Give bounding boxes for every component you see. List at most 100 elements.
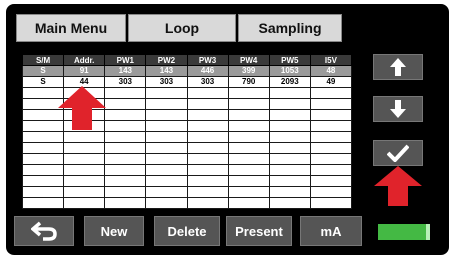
column-header: S/M xyxy=(21,54,65,66)
table-cell xyxy=(268,142,311,154)
table-cell xyxy=(145,197,188,209)
table-cell xyxy=(145,142,188,154)
table-row[interactable] xyxy=(21,175,353,187)
device-screen: Main Menu Loop Sampling S/M Addr. PW1 PW2 PW… xyxy=(6,4,449,255)
table-cell xyxy=(268,87,311,99)
tab-main-menu[interactable]: Main Menu xyxy=(16,14,126,42)
column-header: I5V xyxy=(309,54,353,66)
table-cell xyxy=(21,153,65,165)
table-cell xyxy=(145,109,188,121)
column-header: PW2 xyxy=(145,54,188,66)
table-cell: 399 xyxy=(227,65,270,77)
annotation-arrow-icon xyxy=(374,166,422,206)
table-cell xyxy=(227,87,270,99)
table-cell xyxy=(227,197,270,209)
back-button[interactable] xyxy=(14,216,74,246)
table-cell xyxy=(309,175,353,187)
table-cell xyxy=(21,197,65,209)
table-cell xyxy=(309,120,353,132)
table-row[interactable] xyxy=(21,142,353,154)
table-cell xyxy=(268,98,311,110)
table-cell: 303 xyxy=(104,76,147,88)
column-header: PW4 xyxy=(227,54,270,66)
table-cell xyxy=(21,186,65,198)
new-button[interactable]: New xyxy=(84,216,144,246)
table-row[interactable] xyxy=(21,186,353,198)
table-cell xyxy=(227,164,270,176)
table-cell xyxy=(268,186,311,198)
table-cell xyxy=(21,175,65,187)
table-cell xyxy=(104,197,147,209)
table-cell xyxy=(104,109,147,121)
table-cell xyxy=(145,131,188,143)
table-cell xyxy=(104,142,147,154)
status-indicator-bar xyxy=(378,224,430,240)
back-arrow-icon xyxy=(31,221,57,241)
table-cell xyxy=(309,197,353,209)
table-row[interactable]: S 91 143 143 446 399 1053 48 xyxy=(21,65,353,77)
table-cell xyxy=(309,153,353,165)
annotation-arrow-icon xyxy=(58,86,106,130)
table-cell xyxy=(309,98,353,110)
present-button[interactable]: Present xyxy=(226,216,292,246)
table-cell xyxy=(309,142,353,154)
table-row[interactable] xyxy=(21,164,353,176)
table-cell xyxy=(145,87,188,99)
column-header: PW5 xyxy=(268,54,311,66)
table-cell xyxy=(186,153,229,165)
table-cell xyxy=(63,186,106,198)
table-cell xyxy=(227,131,270,143)
table-cell xyxy=(104,153,147,165)
table-cell xyxy=(268,131,311,143)
table-cell xyxy=(21,142,65,154)
scroll-down-button[interactable] xyxy=(373,96,423,122)
table-cell: 91 xyxy=(63,65,106,77)
table-cell xyxy=(309,87,353,99)
column-header: PW1 xyxy=(104,54,147,66)
table-cell xyxy=(63,175,106,187)
scroll-up-button[interactable] xyxy=(373,54,423,80)
delete-button[interactable]: Delete xyxy=(154,216,220,246)
table-cell xyxy=(186,120,229,132)
table-cell xyxy=(186,197,229,209)
table-row[interactable] xyxy=(21,131,353,143)
table-cell xyxy=(186,109,229,121)
table-cell xyxy=(104,98,147,110)
checkmark-icon xyxy=(387,144,409,162)
table-cell xyxy=(309,186,353,198)
table-cell xyxy=(104,87,147,99)
table-cell: 2093 xyxy=(268,76,311,88)
table-cell xyxy=(145,175,188,187)
column-header: Addr. xyxy=(63,54,106,66)
table-cell xyxy=(227,153,270,165)
table-cell xyxy=(268,153,311,165)
table-cell: 49 xyxy=(309,76,353,88)
table-cell xyxy=(186,175,229,187)
table-cell xyxy=(63,153,106,165)
table-cell xyxy=(145,164,188,176)
table-row[interactable] xyxy=(21,153,353,165)
tab-sampling[interactable]: Sampling xyxy=(238,14,342,42)
table-cell xyxy=(268,120,311,132)
table-cell xyxy=(227,175,270,187)
table-cell: 446 xyxy=(186,65,229,77)
table-cell xyxy=(227,186,270,198)
table-cell xyxy=(186,164,229,176)
table-cell: S xyxy=(21,65,65,77)
table-cell xyxy=(186,87,229,99)
table-cell xyxy=(104,186,147,198)
ma-button[interactable]: mA xyxy=(300,216,362,246)
table-cell xyxy=(186,131,229,143)
table-cell xyxy=(104,175,147,187)
table-cell xyxy=(268,197,311,209)
table-cell xyxy=(309,164,353,176)
arrow-down-icon xyxy=(390,100,406,118)
confirm-button[interactable] xyxy=(373,140,423,166)
table-cell xyxy=(63,142,106,154)
device-table: S/M Addr. PW1 PW2 PW3 PW4 PW5 I5V S 91 143 143 446 3… xyxy=(21,54,353,209)
table-row[interactable] xyxy=(21,197,353,209)
table-cell xyxy=(186,98,229,110)
table-cell xyxy=(268,164,311,176)
tab-loop[interactable]: Loop xyxy=(128,14,236,42)
column-header: PW3 xyxy=(186,54,229,66)
